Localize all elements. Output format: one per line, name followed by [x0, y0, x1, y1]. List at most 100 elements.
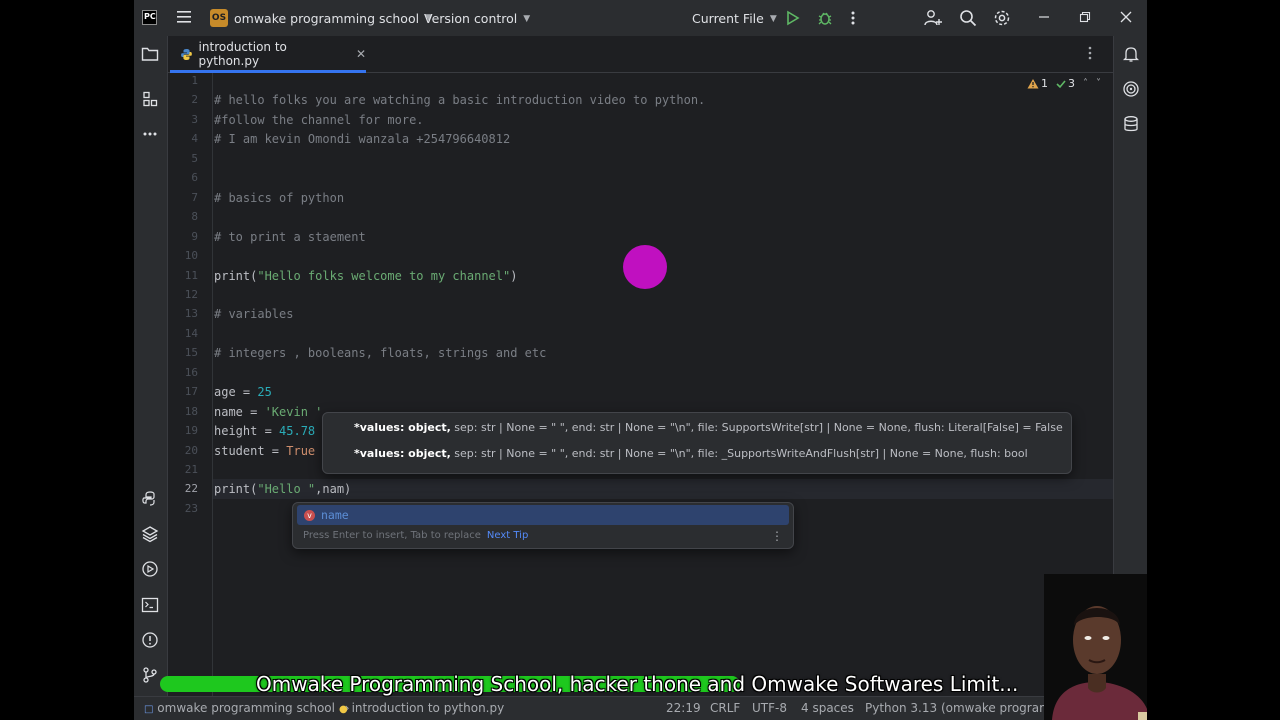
layers-icon [141, 526, 159, 543]
folder-icon [141, 47, 159, 61]
python-packages-button[interactable] [141, 490, 159, 508]
run-config-label: Current File [692, 11, 764, 26]
main-menu-button[interactable] [176, 10, 192, 24]
add-user-icon [924, 10, 942, 26]
code-with-me-button[interactable] [924, 9, 942, 27]
code-line[interactable]: # basics of python [214, 189, 344, 207]
indent-setting[interactable]: 4 spaces [801, 701, 854, 715]
editor-tab-bar: introduction to python.py ✕ [168, 36, 1113, 73]
code-line[interactable]: name = 'Kevin ' [214, 403, 322, 421]
structure-tool-button[interactable] [141, 90, 159, 108]
line-number: 10 [184, 249, 198, 263]
project-badge: OS [210, 9, 228, 27]
chevron-down-icon: ▼ [523, 13, 531, 24]
close-tab-icon[interactable]: ✕ [356, 47, 366, 61]
line-number: 21 [184, 463, 198, 476]
more-vertical-icon [851, 11, 855, 25]
settings-button[interactable] [993, 9, 1011, 27]
vcs-tool-button[interactable] [141, 666, 159, 684]
play-icon [787, 10, 800, 26]
module-icon: □ [144, 704, 154, 715]
code-line[interactable]: print("Hello ",nam) [214, 480, 351, 498]
run-button[interactable] [786, 10, 800, 26]
code-line[interactable]: # hello folks you are watching a basic i… [214, 91, 705, 109]
line-number: 2 [191, 93, 198, 107]
line-number: 15 [184, 346, 198, 360]
restore-icon [1079, 11, 1091, 23]
maximize-button[interactable] [1079, 11, 1091, 23]
completion-hint: Press Enter to insert, Tab to replace Nex… [303, 530, 529, 541]
bell-icon [1123, 47, 1139, 62]
code-line[interactable]: height = 45.78 [214, 422, 315, 440]
project-tool-button[interactable] [141, 45, 159, 63]
line-number: 20 [184, 443, 198, 457]
app-logo[interactable]: PC [142, 10, 157, 25]
more-vertical-icon [1088, 46, 1092, 60]
line-separator[interactable]: CRLF [710, 701, 740, 715]
code-editor[interactable]: 1 2 3 4 5 6 7 8 9 10 11 12 13 14 15 16 17 18 19 20 21 22 23 # … [168, 73, 1113, 696]
variable-icon: v [304, 509, 315, 521]
minimize-icon [1039, 16, 1049, 18]
services-icon [142, 561, 158, 577]
code-line[interactable]: # variables [214, 305, 293, 323]
line-number: 3 [191, 112, 198, 126]
param-signature-2: *values: object, sep: str | None = " ", … [354, 447, 1028, 460]
file-encoding[interactable]: UTF-8 [752, 701, 787, 715]
left-tool-strip [134, 36, 168, 696]
more-tools-button[interactable] [141, 125, 159, 143]
python-interpreter[interactable]: Python 3.13 (omwake programmi [865, 701, 1066, 715]
chevron-down-icon[interactable]: ˅ [1096, 78, 1101, 89]
more-vertical-icon[interactable]: ⋮ [771, 529, 783, 543]
status-file[interactable]: ● introduction to python.py [339, 701, 504, 715]
code-line[interactable]: # to print a staement [214, 228, 366, 246]
ai-assistant-button[interactable] [1122, 80, 1140, 98]
code-line[interactable]: age = 25 [214, 383, 272, 401]
line-number: 16 [184, 365, 198, 379]
param-signature-1: *values: object, sep: str | None = " ", … [354, 421, 1063, 434]
layers-tool-button[interactable] [141, 525, 159, 543]
caret-position[interactable]: 22:19 [666, 701, 701, 715]
weak-warning-count[interactable]: 3 [1056, 77, 1075, 90]
line-number: 4 [191, 132, 198, 146]
line-number: 23 [184, 501, 198, 515]
tab-introduction-to-python[interactable]: introduction to python.py ✕ [168, 36, 366, 73]
mouse-cursor-highlight [623, 245, 667, 289]
line-number: 8 [191, 210, 198, 224]
python-file-icon: ● [339, 704, 348, 715]
video-caption: Omwake Programming School, hacker thone … [256, 672, 1019, 696]
line-number: 6 [191, 171, 198, 185]
chevron-up-icon[interactable]: ˄ [1083, 78, 1088, 89]
tab-options-button[interactable] [1088, 46, 1092, 60]
terminal-tool-button[interactable] [141, 596, 159, 614]
inspection-widget[interactable]: 1 3 ˄ ˅ [1027, 77, 1101, 90]
code-line[interactable]: print("Hello folks welcome to my channel… [214, 267, 517, 285]
run-config-selector[interactable]: Current File ▼ [692, 11, 777, 26]
search-button[interactable] [959, 9, 977, 27]
line-number: 18 [184, 404, 198, 418]
vcs-menu[interactable]: Version control ▼ [424, 11, 530, 26]
code-line[interactable]: #follow the channel for more. [214, 111, 424, 129]
ai-assistant-icon [1123, 81, 1139, 97]
notifications-button[interactable] [1122, 45, 1140, 63]
warning-count[interactable]: 1 [1027, 77, 1048, 90]
problems-tool-button[interactable] [141, 631, 159, 649]
next-tip-link[interactable]: Next Tip [487, 530, 528, 541]
close-window-button[interactable] [1120, 11, 1132, 23]
status-project[interactable]: □ omwake programming school › [144, 701, 356, 715]
line-number: 7 [191, 190, 198, 204]
line-number: 9 [191, 229, 198, 243]
completion-item[interactable]: v name [297, 505, 789, 525]
database-tool-button[interactable] [1122, 115, 1140, 133]
project-selector[interactable]: OS omwake programming school ▼ [210, 9, 432, 27]
line-number: 1 [191, 74, 198, 87]
code-line[interactable]: student = True [214, 442, 315, 460]
services-tool-button[interactable] [141, 560, 159, 578]
code-line[interactable]: # I am kevin Omondi wanzala +25479664081… [214, 130, 510, 148]
line-number: 22 [184, 482, 198, 496]
minimize-button[interactable] [1038, 11, 1050, 23]
code-line[interactable]: # integers , booleans, floats, strings a… [214, 344, 546, 362]
webcam-overlay [1044, 574, 1147, 720]
more-actions-button[interactable] [851, 10, 855, 26]
debug-button[interactable] [817, 10, 833, 26]
presenter-portrait [1044, 574, 1147, 720]
